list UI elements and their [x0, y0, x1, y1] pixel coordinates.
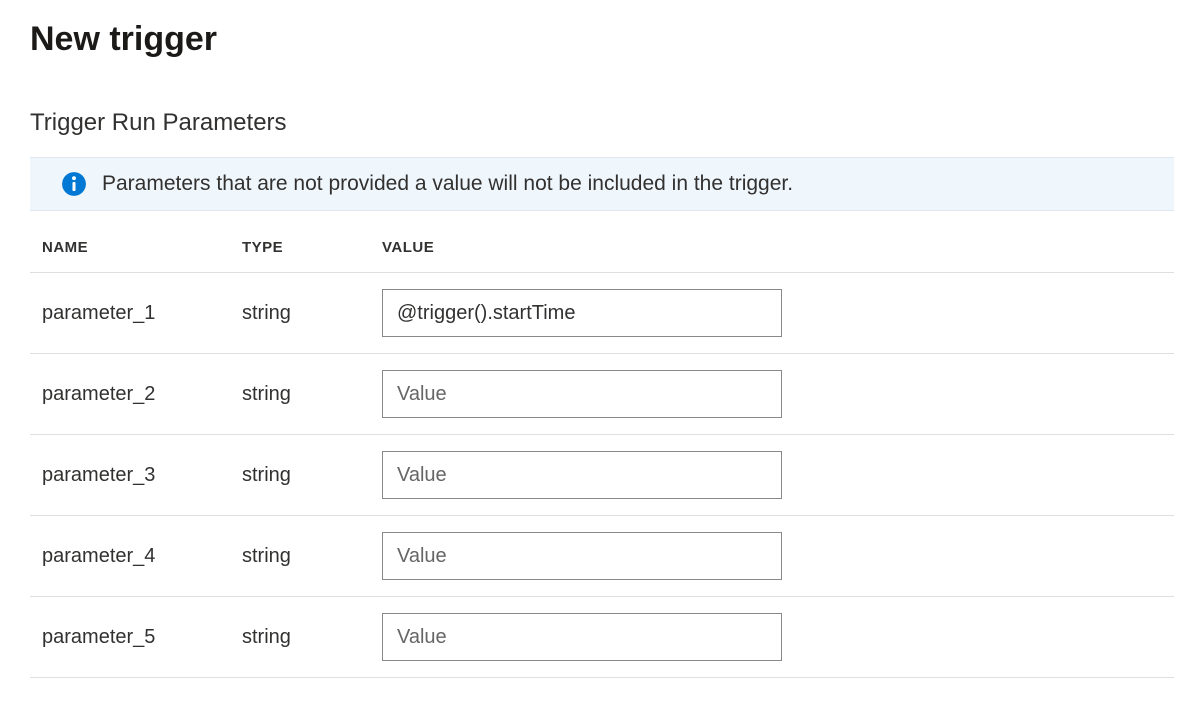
- param-type: string: [230, 354, 370, 435]
- table-row: parameter_2 string: [30, 354, 1174, 435]
- info-banner-text: Parameters that are not provided a value…: [102, 172, 793, 196]
- param-value-input[interactable]: [382, 532, 782, 580]
- param-value-cell: [370, 435, 1174, 516]
- info-icon: [60, 170, 88, 198]
- param-type: string: [230, 597, 370, 678]
- param-value-cell: [370, 273, 1174, 354]
- param-name: parameter_5: [30, 597, 230, 678]
- table-row: parameter_5 string: [30, 597, 1174, 678]
- param-name: parameter_4: [30, 516, 230, 597]
- param-type: string: [230, 516, 370, 597]
- table-row: parameter_4 string: [30, 516, 1174, 597]
- param-name: parameter_3: [30, 435, 230, 516]
- param-value-cell: [370, 597, 1174, 678]
- param-type: string: [230, 273, 370, 354]
- param-value-input[interactable]: [382, 451, 782, 499]
- section-title: Trigger Run Parameters: [30, 109, 1174, 137]
- table-row: parameter_1 string: [30, 273, 1174, 354]
- column-header-type: TYPE: [230, 219, 370, 273]
- param-value-input[interactable]: [382, 613, 782, 661]
- param-value-cell: [370, 354, 1174, 435]
- column-header-name: NAME: [30, 219, 230, 273]
- param-name: parameter_1: [30, 273, 230, 354]
- param-name: parameter_2: [30, 354, 230, 435]
- page-title: New trigger: [30, 20, 1174, 59]
- parameters-table: NAME TYPE VALUE parameter_1 string param…: [30, 219, 1174, 678]
- info-banner: Parameters that are not provided a value…: [30, 157, 1174, 211]
- param-value-input[interactable]: [382, 370, 782, 418]
- table-row: parameter_3 string: [30, 435, 1174, 516]
- column-header-value: VALUE: [370, 219, 1174, 273]
- param-value-cell: [370, 516, 1174, 597]
- param-value-input[interactable]: [382, 289, 782, 337]
- param-type: string: [230, 435, 370, 516]
